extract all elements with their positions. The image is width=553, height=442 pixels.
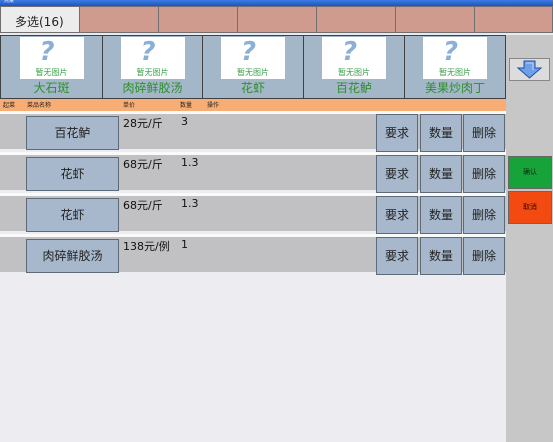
dish-name: 美果炒肉丁 bbox=[424, 81, 485, 95]
dish-card[interactable]: ? 暂无图片 美果炒肉丁 bbox=[404, 35, 506, 99]
quantity-button[interactable]: 数量 bbox=[420, 155, 462, 193]
tab-category[interactable] bbox=[395, 6, 475, 33]
no-image-label: 暂无图片 bbox=[237, 68, 269, 77]
require-button[interactable]: 要求 bbox=[376, 114, 418, 152]
order-qty: 3 bbox=[181, 115, 188, 128]
delete-button[interactable]: 删除 bbox=[463, 155, 505, 193]
order-column-header: 起菜 菜品名称 单价 数量 操作 bbox=[0, 99, 506, 111]
order-qty: 1 bbox=[181, 238, 188, 251]
tab-category[interactable] bbox=[79, 6, 159, 33]
side-panel: 确认 取消 bbox=[506, 35, 553, 442]
order-price: 68元/斤 bbox=[123, 158, 163, 171]
confirm-button[interactable]: 确认 bbox=[508, 156, 552, 189]
order-item-button[interactable]: 花虾 bbox=[26, 198, 119, 232]
tab-label: 多选(16) bbox=[15, 15, 64, 29]
dish-image-placeholder: ? 暂无图片 bbox=[19, 37, 84, 79]
no-image-label: 暂无图片 bbox=[439, 68, 471, 77]
dish-image-placeholder: ? 暂无图片 bbox=[423, 37, 487, 79]
quantity-button[interactable]: 数量 bbox=[420, 237, 462, 275]
scroll-down-button[interactable] bbox=[509, 58, 550, 81]
dish-name: 大石斑 bbox=[33, 81, 70, 95]
quantity-button[interactable]: 数量 bbox=[420, 196, 462, 234]
dish-image-placeholder: ? 暂无图片 bbox=[120, 37, 185, 79]
no-image-label: 暂无图片 bbox=[338, 68, 370, 77]
require-button[interactable]: 要求 bbox=[376, 196, 418, 234]
require-button[interactable]: 要求 bbox=[376, 237, 418, 275]
tab-multi-select[interactable]: 多选(16) bbox=[0, 6, 80, 33]
order-row: 花虾 68元/斤 1.3 要求 数量 删除 bbox=[0, 152, 506, 193]
delete-button[interactable]: 删除 bbox=[463, 114, 505, 152]
order-price: 28元/斤 bbox=[123, 117, 163, 130]
column-price: 单价 bbox=[123, 102, 136, 109]
column-qty: 数量 bbox=[180, 102, 193, 109]
order-qty: 1.3 bbox=[181, 156, 199, 169]
question-icon: ? bbox=[39, 37, 55, 67]
order-item-button[interactable]: 花虾 bbox=[26, 157, 119, 191]
dish-card[interactable]: ? 暂无图片 大石斑 bbox=[0, 35, 103, 99]
quantity-button[interactable]: 数量 bbox=[420, 114, 462, 152]
dish-card[interactable]: ? 暂无图片 花虾 bbox=[202, 35, 304, 99]
delete-button[interactable]: 删除 bbox=[463, 237, 505, 275]
dish-name: 肉碎鲜胶汤 bbox=[122, 81, 183, 95]
question-icon: ? bbox=[241, 37, 257, 67]
order-price: 68元/斤 bbox=[123, 199, 163, 212]
order-list: 百花鲈 28元/斤 3 要求 数量 删除 花虾 68元/斤 1.3 要求 数量 … bbox=[0, 111, 506, 442]
column-ops: 操作 bbox=[207, 102, 220, 109]
order-row: 花虾 68元/斤 1.3 要求 数量 删除 bbox=[0, 193, 506, 234]
arrow-down-icon bbox=[516, 60, 543, 79]
order-qty: 1.3 bbox=[181, 197, 199, 210]
window-title: 点菜 bbox=[4, 0, 15, 4]
column-name: 菜品名称 bbox=[27, 102, 52, 109]
order-row: 百花鲈 28元/斤 3 要求 数量 删除 bbox=[0, 111, 506, 152]
category-tab-row: 多选(16) bbox=[0, 6, 553, 35]
order-price: 138元/例 bbox=[123, 240, 170, 253]
require-button[interactable]: 要求 bbox=[376, 155, 418, 193]
dish-image-placeholder: ? 暂无图片 bbox=[322, 37, 386, 79]
tab-category[interactable] bbox=[474, 6, 553, 33]
tab-category[interactable] bbox=[237, 6, 317, 33]
question-icon: ? bbox=[443, 37, 459, 67]
dish-image-placeholder: ? 暂无图片 bbox=[221, 37, 285, 79]
column-start: 起菜 bbox=[3, 102, 16, 109]
delete-button[interactable]: 删除 bbox=[463, 196, 505, 234]
no-image-label: 暂无图片 bbox=[136, 68, 169, 77]
dish-card[interactable]: ? 暂无图片 肉碎鲜胶汤 bbox=[102, 35, 203, 99]
order-item-button[interactable]: 百花鲈 bbox=[26, 116, 119, 150]
question-icon: ? bbox=[342, 37, 358, 67]
order-item-button[interactable]: 肉碎鲜胶汤 bbox=[26, 239, 119, 273]
tab-category[interactable] bbox=[158, 6, 238, 33]
order-row: 肉碎鲜胶汤 138元/例 1 要求 数量 删除 bbox=[0, 234, 506, 275]
question-icon: ? bbox=[140, 37, 156, 67]
cancel-button[interactable]: 取消 bbox=[508, 191, 552, 224]
dish-picker: ? 暂无图片 大石斑 ? 暂无图片 肉碎鲜胶汤 ? 暂无图片 花虾 ? 暂无图片… bbox=[0, 35, 506, 99]
no-image-label: 暂无图片 bbox=[35, 68, 68, 77]
tab-category[interactable] bbox=[316, 6, 396, 33]
dish-name: 花虾 bbox=[240, 81, 265, 95]
dish-card[interactable]: ? 暂无图片 百花鲈 bbox=[303, 35, 405, 99]
dish-name: 百花鲈 bbox=[335, 81, 372, 95]
